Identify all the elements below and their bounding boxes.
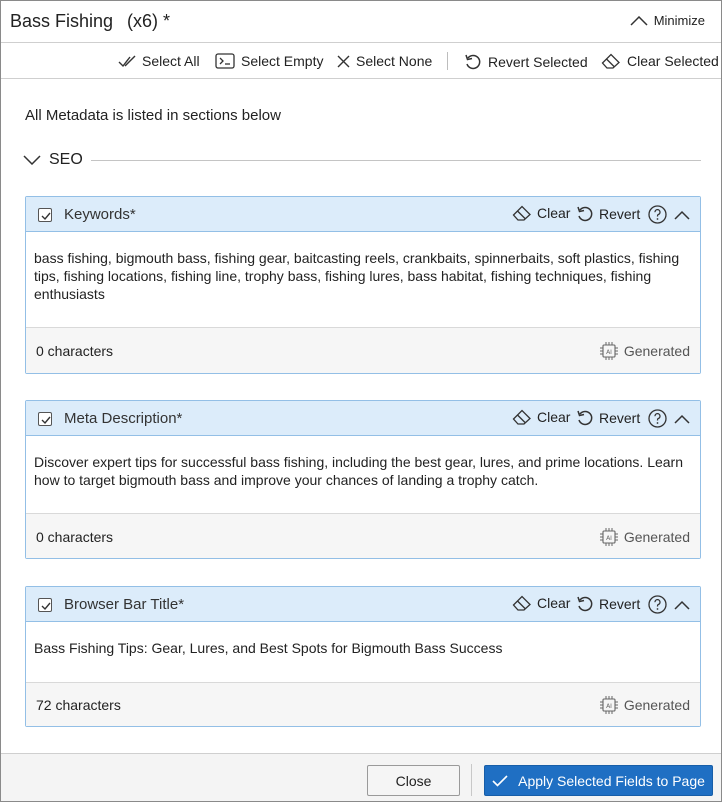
checkmark-icon bbox=[41, 416, 51, 425]
section-toggle-seo[interactable]: SEO bbox=[23, 151, 83, 169]
undo-icon bbox=[577, 206, 593, 222]
browser-bar-title-checkbox[interactable] bbox=[38, 598, 52, 612]
card-value[interactable]: bass fishing, bigmouth bass, fishing gea… bbox=[26, 232, 700, 303]
chevron-up-icon[interactable] bbox=[674, 210, 690, 220]
select-none-label: Select None bbox=[356, 53, 433, 69]
keywords-checkbox[interactable] bbox=[38, 208, 52, 222]
keywords-card: Keywords* Clear Revert bass fishing, big… bbox=[25, 196, 701, 374]
card-title: Browser Bar Title* bbox=[64, 596, 185, 613]
apply-selected-fields-button[interactable]: Apply Selected Fields to Page bbox=[484, 765, 713, 796]
help-icon[interactable] bbox=[648, 595, 667, 614]
browser-bar-title-card: Browser Bar Title* Clear Revert Bass Fis… bbox=[25, 586, 701, 727]
meta-description-checkbox[interactable] bbox=[38, 412, 52, 426]
card-header: Browser Bar Title* Clear Revert bbox=[26, 587, 700, 622]
section-divider bbox=[91, 160, 701, 161]
selection-toolbar: Select All Select Empty Select None Reve… bbox=[1, 43, 721, 79]
clear-label: Clear bbox=[537, 595, 571, 611]
character-count: 0 characters bbox=[36, 529, 114, 545]
footer-divider bbox=[471, 764, 472, 796]
generated-indicator: AI Generated bbox=[599, 341, 690, 361]
apply-label: Apply Selected Fields to Page bbox=[518, 772, 705, 789]
clear-button[interactable]: Clear bbox=[512, 409, 570, 425]
meta-description-card: Meta Description* Clear Revert Discover … bbox=[25, 400, 701, 559]
select-none-button[interactable]: Select None bbox=[337, 53, 432, 69]
help-icon[interactable] bbox=[648, 205, 667, 224]
clear-label: Clear bbox=[537, 205, 571, 221]
chevron-up-icon[interactable] bbox=[674, 414, 690, 424]
terminal-icon bbox=[215, 53, 235, 69]
svg-text:AI: AI bbox=[606, 703, 612, 710]
card-title: Keywords* bbox=[64, 206, 136, 223]
intro-text: All Metadata is listed in sections below bbox=[25, 107, 281, 124]
item-count: (x6) * bbox=[127, 11, 171, 31]
card-footer: 0 characters AI Generated bbox=[26, 327, 700, 373]
x-icon bbox=[337, 55, 350, 67]
revert-button[interactable]: Revert bbox=[576, 409, 640, 427]
select-empty-label: Select Empty bbox=[241, 53, 324, 69]
dialog-title: Bass Fishing bbox=[10, 11, 114, 31]
clear-label: Clear bbox=[537, 409, 571, 425]
eraser-icon bbox=[512, 409, 531, 425]
svg-text:AI: AI bbox=[606, 349, 612, 356]
card-title: Meta Description* bbox=[64, 410, 183, 427]
card-footer: 72 characters AI Generated bbox=[26, 682, 700, 726]
ai-chip-icon: AI bbox=[599, 342, 618, 360]
undo-icon bbox=[465, 54, 481, 70]
eraser-icon bbox=[512, 205, 531, 221]
clear-button[interactable]: Clear bbox=[512, 205, 570, 221]
select-all-button[interactable]: Select All bbox=[118, 53, 200, 69]
select-empty-button[interactable]: Select Empty bbox=[215, 53, 323, 69]
generated-label: Generated bbox=[623, 529, 690, 545]
clear-button[interactable]: Clear bbox=[512, 595, 570, 611]
checkmark-icon bbox=[492, 774, 508, 787]
close-label: Close bbox=[395, 772, 432, 789]
card-value[interactable]: Bass Fishing Tips: Gear, Lures, and Best… bbox=[26, 622, 700, 657]
character-count: 0 characters bbox=[36, 343, 114, 359]
toolbar-divider bbox=[447, 52, 448, 70]
revert-label: Revert bbox=[599, 596, 641, 612]
revert-label: Revert bbox=[599, 410, 641, 426]
checkmark-icon bbox=[41, 212, 51, 221]
revert-label: Revert bbox=[599, 206, 641, 222]
chevron-down-icon bbox=[23, 155, 41, 165]
clear-selected-button[interactable]: Clear Selected bbox=[601, 53, 719, 69]
dialog-header: Bass Fishing (x6) * Minimize bbox=[1, 1, 721, 43]
svg-text:AI: AI bbox=[606, 535, 612, 542]
generated-indicator: AI Generated bbox=[599, 695, 690, 715]
undo-icon bbox=[577, 410, 593, 426]
generated-label: Generated bbox=[623, 343, 690, 359]
card-footer: 0 characters AI Generated bbox=[26, 513, 700, 558]
minimize-label: Minimize bbox=[653, 13, 705, 28]
ai-chip-icon: AI bbox=[599, 696, 618, 714]
checkmark-icon bbox=[41, 602, 51, 611]
select-all-label: Select All bbox=[142, 53, 200, 69]
metadata-dialog: Bass Fishing (x6) * Minimize Select All … bbox=[0, 0, 722, 802]
undo-icon bbox=[577, 596, 593, 612]
card-header: Meta Description* Clear Revert bbox=[26, 401, 700, 436]
clear-selected-label: Clear Selected bbox=[627, 53, 719, 69]
generated-indicator: AI Generated bbox=[599, 527, 690, 547]
revert-selected-label: Revert Selected bbox=[488, 54, 588, 70]
card-header: Keywords* Clear Revert bbox=[26, 197, 700, 232]
chevron-up-icon bbox=[630, 15, 648, 26]
card-value[interactable]: Discover expert tips for successful bass… bbox=[26, 436, 700, 489]
close-button[interactable]: Close bbox=[367, 765, 460, 796]
revert-button[interactable]: Revert bbox=[576, 205, 640, 223]
minimize-button[interactable]: Minimize bbox=[630, 13, 705, 28]
character-count: 72 characters bbox=[36, 697, 121, 713]
eraser-icon bbox=[512, 595, 531, 611]
section-label: SEO bbox=[49, 151, 83, 168]
revert-selected-button[interactable]: Revert Selected bbox=[464, 53, 588, 71]
ai-chip-icon: AI bbox=[599, 528, 618, 546]
generated-label: Generated bbox=[623, 697, 690, 713]
revert-button[interactable]: Revert bbox=[576, 595, 640, 613]
chevron-up-icon[interactable] bbox=[674, 600, 690, 610]
double-check-icon bbox=[118, 55, 136, 68]
help-icon[interactable] bbox=[648, 409, 667, 428]
eraser-icon bbox=[601, 53, 620, 69]
dialog-footer: Close Apply Selected Fields to Page bbox=[1, 753, 721, 801]
